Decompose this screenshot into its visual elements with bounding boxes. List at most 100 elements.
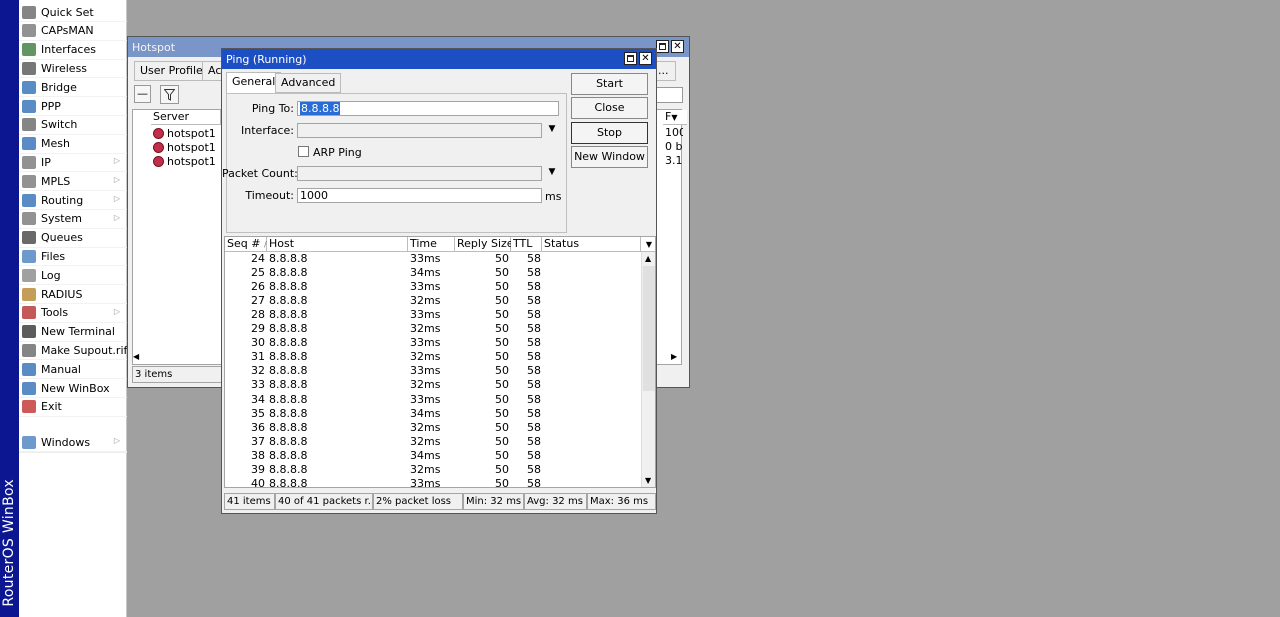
sidebar-item-mesh[interactable]: Mesh	[19, 135, 127, 154]
cell-ttl: 58	[527, 322, 541, 336]
column-ttl[interactable]: TTL	[511, 237, 542, 252]
table-row[interactable]: 40 8.8.8.8 33ms 50 58	[225, 476, 641, 488]
windows-icon	[22, 435, 36, 449]
table-row[interactable]: hotspot1	[153, 140, 216, 154]
table-row[interactable]: 35 8.8.8.8 34ms 50 58	[225, 407, 641, 421]
sidebar-item-ip[interactable]: IP ▷	[19, 153, 127, 173]
arp-ping-checkbox[interactable]	[298, 146, 309, 157]
ping-to-input[interactable]: 8.8.8.8	[297, 101, 559, 116]
tab-advanced[interactable]: Advanced	[275, 73, 342, 93]
table-row[interactable]: 28 8.8.8.8 33ms 50 58	[225, 308, 641, 322]
ping-results-table[interactable]: Seq # / Host Time Reply Size TTL Status …	[224, 236, 656, 488]
hotspot-scroll-left[interactable]: ◀	[133, 352, 143, 364]
column-server[interactable]: Server	[151, 110, 221, 125]
cell-reply-size: 50	[495, 336, 509, 350]
stop-button[interactable]: Stop	[571, 122, 648, 144]
ping-titlebar[interactable]: Ping (Running)	[222, 49, 656, 69]
sidebar-item-mpls[interactable]: MPLS ▷	[19, 172, 127, 192]
sidebar-item-label: PPP	[41, 99, 61, 113]
sidebar-item-ppp[interactable]: PPP	[19, 97, 127, 116]
sidebar-item-tools[interactable]: Tools ▷	[19, 304, 127, 323]
column-menu-button[interactable]: ▼	[641, 237, 655, 252]
hotspot-search-box[interactable]	[655, 87, 683, 103]
packet-count-select[interactable]	[297, 166, 542, 181]
sidebar-item-make-supout-rif[interactable]: Make Supout.rif	[19, 341, 127, 361]
sidebar-item-windows[interactable]: Windows ▷	[19, 433, 127, 452]
sidebar-item-new-winbox[interactable]: New WinBox	[19, 379, 127, 398]
sidebar-item-wireless[interactable]: Wireless	[19, 59, 127, 79]
column-host[interactable]: Host	[267, 237, 408, 252]
cell-host: 8.8.8.8	[269, 350, 308, 364]
sidebar-item-quick-set[interactable]: Quick Set	[19, 3, 127, 22]
column-seq[interactable]: Seq # /	[225, 237, 267, 252]
column-reply-size[interactable]: Reply Size	[455, 237, 514, 252]
table-row[interactable]: 38 8.8.8.8 34ms 50 58	[225, 449, 641, 463]
scroll-down-icon[interactable]: ▼	[645, 476, 651, 485]
sidebar-item-capsman[interactable]: CAPsMAN	[19, 22, 127, 41]
table-row[interactable]: 29 8.8.8.8 32ms 50 58	[225, 322, 641, 336]
interface-dropdown-button[interactable]: ▼	[545, 124, 559, 137]
table-row[interactable]: 30 8.8.8.8 33ms 50 58	[225, 336, 641, 350]
cell-ttl: 58	[527, 350, 541, 364]
sidebar-item-bridge[interactable]: Bridge	[19, 78, 127, 98]
table-row[interactable]: 27 8.8.8.8 32ms 50 58	[225, 294, 641, 308]
table-row[interactable]: 36 8.8.8.8 32ms 50 58	[225, 421, 641, 435]
tools-icon	[22, 306, 36, 320]
sidebar-item-queues[interactable]: Queues	[19, 229, 127, 248]
hotspot-filter-button[interactable]	[160, 85, 179, 104]
column-time[interactable]: Time	[408, 237, 455, 252]
dropdown-arrow-icon: ▼	[645, 240, 653, 249]
ping-scrollbar[interactable]: ▲ ▼	[641, 252, 655, 487]
interface-select[interactable]	[297, 123, 542, 138]
sidebar-item-radius[interactable]: RADIUS	[19, 285, 127, 304]
table-row[interactable]: 25 8.8.8.8 34ms 50 58	[225, 266, 641, 280]
sidebar-item-log[interactable]: Log	[19, 266, 127, 286]
sidebar-item-interfaces[interactable]: Interfaces	[19, 41, 127, 60]
table-row[interactable]: hotspot1	[153, 126, 216, 140]
sidebar-item-routing[interactable]: Routing ▷	[19, 191, 127, 210]
hotspot-maximize-button[interactable]	[656, 40, 669, 53]
cell-ttl: 58	[527, 462, 541, 476]
column-f[interactable]: F▼	[663, 110, 687, 125]
sidebar-item-switch[interactable]: Switch	[19, 116, 127, 135]
table-row[interactable]: 39 8.8.8.8 32ms 50 58	[225, 463, 641, 477]
column-status[interactable]: Status	[542, 237, 641, 252]
ping-close-button[interactable]: ✕	[639, 52, 652, 65]
cell-ttl: 58	[527, 266, 541, 280]
cell-time: 33ms	[410, 280, 441, 294]
start-button[interactable]: Start	[571, 73, 648, 95]
hotspot-minus-button[interactable]: —	[134, 85, 151, 103]
cell-seq: 36	[251, 420, 265, 434]
hotspot-scroll-right[interactable]: ▶	[671, 352, 681, 364]
close-button[interactable]: Close	[571, 97, 648, 119]
sidebar-item-files[interactable]: Files	[19, 247, 127, 267]
scrollbar-track[interactable]	[643, 266, 655, 391]
new-window-button[interactable]: New Window	[571, 146, 648, 168]
packet-count-dropdown-button[interactable]: ▼	[545, 167, 559, 180]
ping-maximize-button[interactable]	[624, 52, 637, 65]
tab-general[interactable]: General	[226, 72, 282, 94]
sidebar-item-label: CAPsMAN	[41, 24, 94, 38]
table-row[interactable]: 34 8.8.8.8 33ms 50 58	[225, 393, 641, 407]
hotspot-close-button[interactable]: ✕	[671, 40, 684, 53]
cell-host: 8.8.8.8	[269, 462, 308, 476]
table-row[interactable]: 26 8.8.8.8 33ms 50 58	[225, 280, 641, 294]
table-row[interactable]: 33 8.8.8.8 32ms 50 58	[225, 378, 641, 392]
cell-seq: 39	[251, 462, 265, 476]
radius-icon	[22, 287, 36, 301]
sidebar-item-system[interactable]: System ▷	[19, 210, 127, 229]
cell-ttl: 58	[527, 336, 541, 350]
ping-window: Ping (Running) ✕ General Advanced Ping T…	[221, 48, 657, 514]
timeout-input[interactable]: 1000	[297, 188, 542, 203]
sidebar-item-manual[interactable]: Manual	[19, 360, 127, 380]
table-row[interactable]: 37 8.8.8.8 32ms 50 58	[225, 435, 641, 449]
table-row[interactable]: hotspot1	[153, 154, 216, 168]
table-row[interactable]: 32 8.8.8.8 33ms 50 58	[225, 364, 641, 378]
sidebar-item-new-terminal[interactable]: New Terminal	[19, 323, 127, 342]
capsman-icon	[22, 24, 36, 38]
table-row[interactable]: 31 8.8.8.8 32ms 50 58	[225, 350, 641, 364]
table-row[interactable]: 24 8.8.8.8 33ms 50 58	[225, 252, 641, 266]
scroll-up-icon[interactable]: ▲	[645, 254, 651, 263]
sidebar-item-exit[interactable]: Exit	[19, 398, 127, 417]
cell-ttl: 58	[527, 476, 541, 488]
